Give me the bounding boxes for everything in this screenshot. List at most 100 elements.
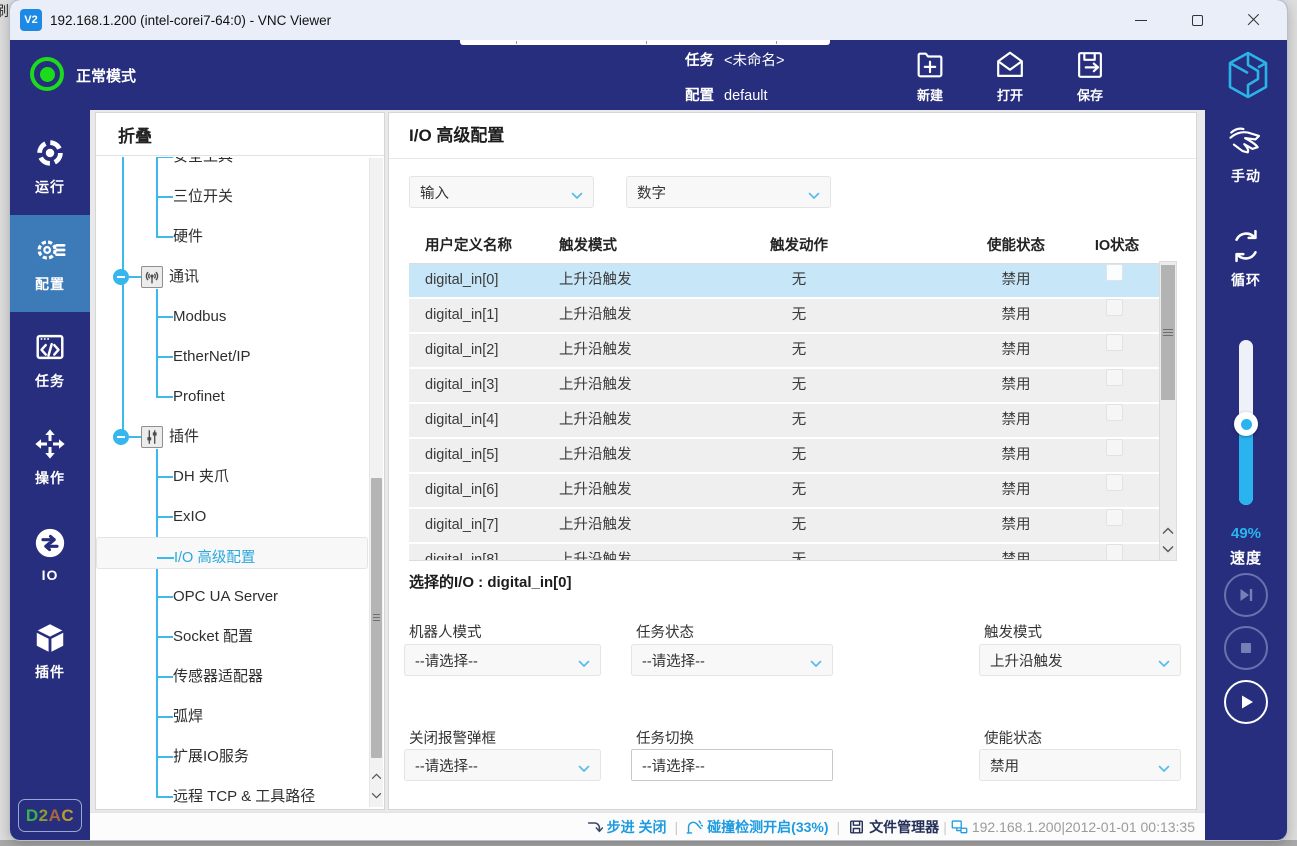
field-task-switch[interactable]: --请选择--: [631, 749, 833, 781]
table-row[interactable]: digital_in[8]上升沿触发无禁用: [409, 544, 1159, 561]
tree-item-leaf[interactable]: EtherNet/IP: [96, 337, 368, 377]
file-manager-button[interactable]: 文件管理器: [848, 817, 939, 837]
speed-slider[interactable]: [1239, 340, 1253, 505]
nav-item-operate[interactable]: 操作: [10, 409, 90, 506]
step-status[interactable]: 步进 关闭: [586, 817, 667, 837]
field-label-robot-mode: 机器人模式: [409, 621, 482, 641]
table-scrollbar-thumb[interactable]: [1161, 265, 1175, 400]
col-io-state: IO状态: [1057, 226, 1177, 266]
tree-item-label: 传感器适配器: [173, 657, 263, 697]
io-icon: [33, 526, 67, 560]
scroll-up-icon[interactable]: [1160, 522, 1176, 540]
header-action-save[interactable]: 保存: [1050, 44, 1130, 106]
cell-name: digital_in[5]: [425, 439, 498, 472]
tree-item-leaf[interactable]: DH 夹爪: [96, 457, 368, 497]
nav-item-plugin[interactable]: 插件: [10, 603, 90, 700]
tree-collapse-icon[interactable]: [113, 429, 129, 445]
play-button[interactable]: [1224, 680, 1268, 724]
minimize-icon: [1135, 20, 1147, 21]
field-trigger-mode[interactable]: 上升沿触发: [979, 644, 1181, 676]
field-close-alarm[interactable]: --请选择--: [404, 749, 601, 781]
task-key: 任务: [685, 53, 714, 69]
tree-item-label: 插件: [169, 417, 199, 457]
window-titlebar[interactable]: V2 192.168.1.200 (intel-corei7-64:0) - V…: [10, 0, 1287, 40]
collision-status[interactable]: 碰撞检测开启(33%): [686, 817, 828, 837]
tree-item-label: Profinet: [173, 377, 225, 417]
tree-item-leaf[interactable]: 弧焊: [96, 697, 368, 737]
table-row[interactable]: digital_in[0]上升沿触发无禁用: [409, 264, 1159, 297]
table-row[interactable]: digital_in[6]上升沿触发无禁用: [409, 474, 1159, 507]
tree-item-leaf[interactable]: Modbus: [96, 297, 368, 337]
field-enable-state[interactable]: 禁用: [979, 749, 1181, 781]
io-state-checkbox[interactable]: [1106, 369, 1123, 386]
tree-scrollbar[interactable]: [369, 158, 383, 807]
tree-item-label: 弧焊: [173, 697, 203, 737]
table-row[interactable]: digital_in[1]上升沿触发无禁用: [409, 299, 1159, 332]
tree-item-leaf[interactable]: I/O 高级配置: [96, 537, 368, 569]
table-scrollbar[interactable]: [1159, 261, 1177, 561]
tree-item-leaf[interactable]: 硬件: [96, 217, 368, 257]
io-state-checkbox[interactable]: [1106, 439, 1123, 456]
io-state-checkbox[interactable]: [1106, 299, 1123, 316]
speed-slider-handle[interactable]: [1234, 412, 1258, 436]
tree-item-leaf[interactable]: 扩展IO服务: [96, 737, 368, 777]
table-row[interactable]: digital_in[2]上升沿触发无禁用: [409, 334, 1159, 367]
tree-scrollbar-thumb[interactable]: [371, 478, 382, 758]
io-state-checkbox[interactable]: [1106, 334, 1123, 351]
minimize-button[interactable]: [1113, 0, 1169, 40]
tree-connector: [156, 196, 173, 198]
tree-collapse-header[interactable]: 折叠: [96, 113, 384, 156]
table-row[interactable]: digital_in[4]上升沿触发无禁用: [409, 404, 1159, 437]
vnc-toolbar-notch[interactable]: [460, 40, 830, 45]
cell-enable: 禁用: [956, 299, 1076, 332]
maximize-button[interactable]: [1169, 0, 1225, 40]
tree-item-node[interactable]: 通讯: [96, 257, 368, 297]
io-state-checkbox[interactable]: [1106, 474, 1123, 491]
scroll-up-icon[interactable]: [370, 767, 383, 785]
scroll-down-icon[interactable]: [370, 786, 383, 804]
tree-collapse-icon[interactable]: [113, 269, 129, 285]
tree-item-leaf[interactable]: OPC UA Server: [96, 577, 368, 617]
nav-item-run[interactable]: 运行: [10, 118, 90, 215]
io-state-checkbox[interactable]: [1106, 544, 1123, 561]
cell-name: digital_in[7]: [425, 509, 498, 542]
field-task-state[interactable]: --请选择--: [631, 644, 833, 676]
cell-name: digital_in[3]: [425, 369, 498, 402]
tree-item-leaf[interactable]: 传感器适配器: [96, 657, 368, 697]
nav-item-label: IO: [42, 567, 59, 583]
tree-item-leaf[interactable]: ExIO: [96, 497, 368, 537]
tree-item-leaf[interactable]: 三位开关: [96, 177, 368, 217]
tree-item-leaf[interactable]: 安全工具: [96, 157, 368, 177]
config-tree-panel: 折叠 安全工具三位开关硬件通讯ModbusEtherNet/IPProfinet…: [95, 112, 385, 810]
nav-item-config[interactable]: 配置: [10, 215, 90, 312]
table-row[interactable]: digital_in[3]上升沿触发无禁用: [409, 369, 1159, 402]
tree-item-leaf[interactable]: 远程 TCP & 工具路径: [96, 777, 368, 807]
table-row[interactable]: digital_in[5]上升沿触发无禁用: [409, 439, 1159, 472]
table-row[interactable]: digital_in[7]上升沿触发无禁用: [409, 509, 1159, 542]
field-robot-mode[interactable]: --请选择--: [404, 644, 601, 676]
manual-mode-button[interactable]: 手动: [1205, 124, 1287, 186]
io-type-select[interactable]: 数字: [626, 176, 831, 208]
nav-item-task[interactable]: 任务: [10, 312, 90, 409]
tree-item-label: OPC UA Server: [173, 577, 278, 617]
cell-enable: 禁用: [956, 334, 1076, 367]
cycle-mode-button[interactable]: 循环: [1205, 228, 1287, 290]
tree-item-leaf[interactable]: Socket 配置: [96, 617, 368, 657]
tree-connector: [156, 356, 173, 358]
d2ac-letter: A: [49, 806, 62, 826]
io-state-checkbox[interactable]: [1106, 264, 1123, 281]
field-value: --请选择--: [415, 650, 478, 671]
io-state-checkbox[interactable]: [1106, 509, 1123, 526]
nav-item-label: 配置: [35, 274, 65, 294]
field-label-close-alarm: 关闭报警弹框: [409, 727, 496, 747]
io-direction-select[interactable]: 输入: [409, 176, 594, 208]
header-action-new[interactable]: 新建: [890, 44, 970, 106]
tree-item-leaf[interactable]: Profinet: [96, 377, 368, 417]
close-button[interactable]: [1225, 0, 1281, 40]
header-action-open[interactable]: 打开: [970, 44, 1050, 106]
scroll-down-icon[interactable]: [1160, 540, 1176, 558]
io-state-checkbox[interactable]: [1106, 404, 1123, 421]
nav-item-io[interactable]: IO: [10, 506, 90, 603]
tree-item-node[interactable]: 插件: [96, 417, 368, 457]
config-key: 配置: [685, 88, 714, 104]
